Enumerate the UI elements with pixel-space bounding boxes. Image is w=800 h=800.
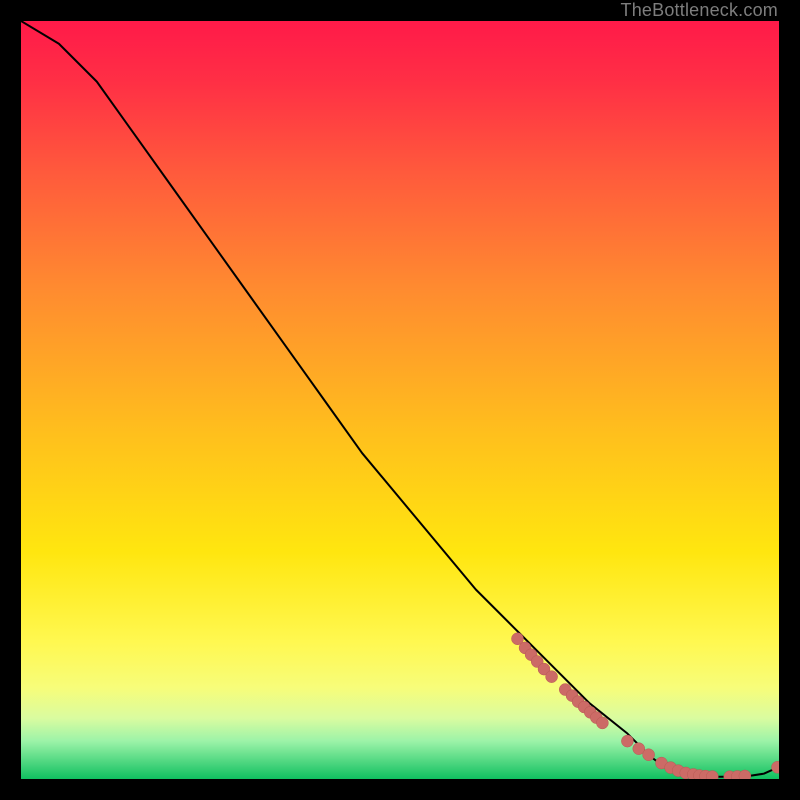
chart-stage: TheBottleneck.com (0, 0, 800, 800)
gpu-marker (596, 717, 608, 729)
bottleneck-curve (21, 21, 779, 777)
plot-area (21, 21, 779, 779)
gpu-marker (546, 671, 558, 683)
gpu-markers-group (511, 633, 779, 779)
gpu-marker (643, 749, 655, 761)
watermark-text: TheBottleneck.com (621, 0, 778, 21)
gpu-marker (621, 735, 633, 747)
gpu-marker (771, 761, 779, 773)
chart-overlay-svg (21, 21, 779, 779)
